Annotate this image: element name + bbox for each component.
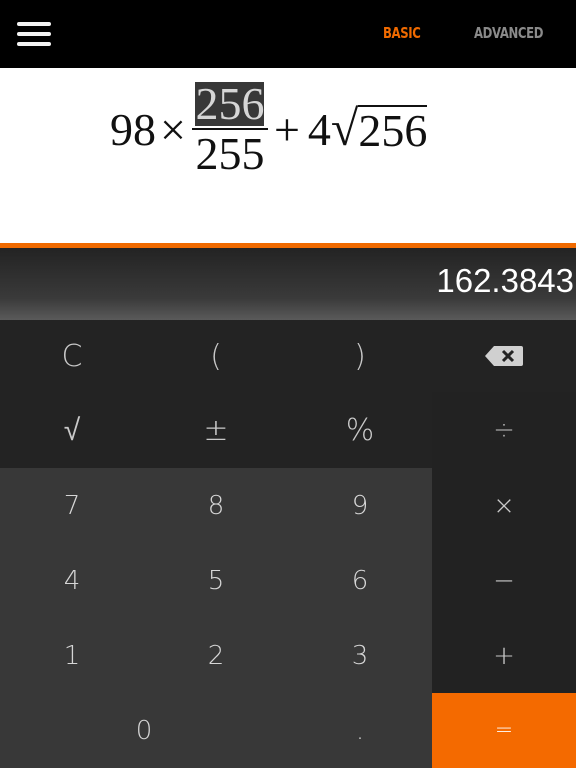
fraction-numerator: 256 bbox=[195, 78, 265, 129]
expr-fraction: 256 255 bbox=[191, 78, 268, 179]
add-button[interactable]: + bbox=[432, 618, 576, 693]
digit-0-button[interactable]: 0 bbox=[0, 693, 288, 768]
digit-1-button[interactable]: 1 bbox=[0, 618, 144, 693]
digit-7-button[interactable]: 7 bbox=[0, 468, 144, 543]
hamburger-menu-icon[interactable] bbox=[17, 22, 51, 46]
backspace-button[interactable] bbox=[432, 320, 576, 392]
sqrt-button[interactable]: √ bbox=[0, 392, 144, 468]
multiply-button[interactable]: × bbox=[432, 468, 576, 543]
top-bar: BASIC ADVANCED bbox=[0, 0, 576, 68]
clear-button[interactable]: C bbox=[0, 320, 144, 392]
divide-button[interactable]: ÷ bbox=[432, 392, 576, 468]
decimal-button[interactable]: . bbox=[288, 693, 432, 768]
digit-6-button[interactable]: 6 bbox=[288, 543, 432, 618]
tab-basic[interactable]: BASIC bbox=[383, 24, 421, 42]
digit-2-button[interactable]: 2 bbox=[144, 618, 288, 693]
expr-coefficient: 4 bbox=[307, 103, 331, 155]
result-display: 162.3843 bbox=[0, 248, 576, 320]
digit-4-button[interactable]: 4 bbox=[0, 543, 144, 618]
digit-8-button[interactable]: 8 bbox=[144, 468, 288, 543]
expr-sqrt: √ 256 bbox=[330, 100, 428, 156]
math-expression: 98 × 256 255 + 4 √ 256 bbox=[110, 78, 428, 179]
expr-plus: + bbox=[273, 103, 300, 155]
backspace-icon bbox=[485, 346, 523, 366]
tab-advanced[interactable]: ADVANCED bbox=[474, 24, 543, 42]
expr-operand: 98 bbox=[110, 103, 156, 155]
radical-sign: √ bbox=[330, 100, 359, 156]
digit-5-button[interactable]: 5 bbox=[144, 543, 288, 618]
plus-minus-button[interactable]: ± bbox=[144, 392, 288, 468]
equals-button[interactable]: = bbox=[432, 693, 576, 768]
digit-9-button[interactable]: 9 bbox=[288, 468, 432, 543]
result-value: 162.3843 bbox=[436, 262, 574, 299]
digit-3-button[interactable]: 3 bbox=[288, 618, 432, 693]
close-paren-button[interactable]: ) bbox=[288, 320, 432, 392]
fraction-denominator: 255 bbox=[195, 128, 265, 179]
radicand: 256 bbox=[358, 105, 428, 156]
expression-area: 98 × 256 255 + 4 √ 256 bbox=[0, 68, 576, 245]
percent-button[interactable]: % bbox=[288, 392, 432, 468]
open-paren-button[interactable]: ( bbox=[144, 320, 288, 392]
expr-times: × bbox=[160, 103, 186, 155]
subtract-button[interactable]: − bbox=[432, 543, 576, 618]
